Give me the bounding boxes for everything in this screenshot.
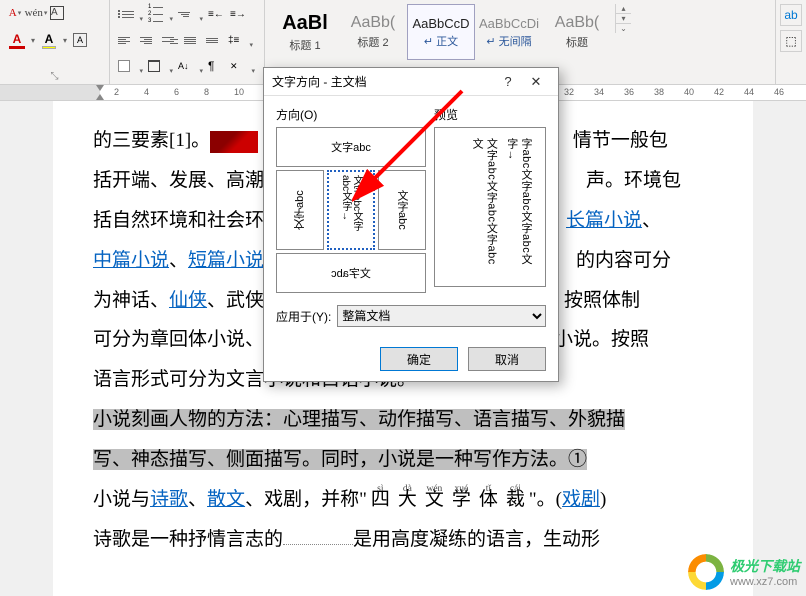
direction-horizontal[interactable]: 文字abc bbox=[276, 127, 426, 167]
direction-vertical-selected[interactable]: 文字abc文字abc文字→ bbox=[327, 170, 375, 250]
watermark-title: 极光下载站 bbox=[730, 558, 800, 574]
style-item[interactable]: AaBbCcDi↵ 无间隔 bbox=[475, 4, 543, 60]
select-button[interactable]: ⬚ bbox=[780, 30, 802, 52]
paragraph-group: 123 ≡← ≡→ ‡≡ A↓ ¶ ✕ 段落 ⤡ bbox=[110, 0, 265, 84]
replace-button[interactable]: ab bbox=[780, 4, 802, 26]
link[interactable]: 中篇小说 bbox=[93, 250, 169, 271]
align-right-button[interactable] bbox=[160, 30, 180, 50]
link[interactable]: 戏剧 bbox=[562, 489, 600, 510]
text-direction-dialog: 文字方向 - 主文档 ? ✕ 方向(O) 文字abc 文字abc 文字abc文字… bbox=[263, 67, 559, 382]
link[interactable]: 诗歌 bbox=[150, 489, 188, 510]
link[interactable]: 散文 bbox=[207, 489, 245, 510]
style-item[interactable]: AaBb(标题 bbox=[543, 4, 611, 60]
multilevel-button[interactable] bbox=[176, 4, 204, 24]
direction-vertical-ltr[interactable]: 文字abc bbox=[378, 170, 426, 250]
close-button[interactable]: ✕ bbox=[522, 70, 550, 94]
highlight-button[interactable]: A bbox=[38, 29, 60, 51]
ok-button[interactable]: 确定 bbox=[380, 347, 458, 371]
dialog-titlebar[interactable]: 文字方向 - 主文档 ? ✕ bbox=[264, 68, 558, 96]
apply-to-select[interactable]: 整篇文档 bbox=[337, 305, 546, 327]
sort-button[interactable]: A↓ bbox=[176, 56, 204, 76]
preview-box: 文字abc文字abc文字abc文 字abc文字abc文字abc文字→ bbox=[434, 127, 546, 287]
direction-vertical-rtl[interactable]: 文字abc bbox=[276, 170, 324, 250]
font-launcher[interactable]: ⤡ bbox=[51, 71, 59, 82]
link[interactable]: 短篇小说 bbox=[188, 250, 264, 271]
shading-button[interactable] bbox=[116, 56, 144, 76]
editing-group: ab ⬚ bbox=[776, 0, 806, 84]
cancel-button[interactable]: 取消 bbox=[468, 347, 546, 371]
hanging-indent-marker[interactable] bbox=[96, 94, 104, 100]
phonetic-guide-button[interactable]: A bbox=[6, 4, 24, 22]
char-border-button[interactable]: A bbox=[48, 4, 66, 22]
preview-label: 预览 bbox=[434, 106, 546, 123]
link[interactable]: 仙侠 bbox=[169, 290, 207, 311]
inline-image[interactable] bbox=[210, 131, 258, 153]
style-item[interactable]: AaBb(标题 2 bbox=[339, 4, 407, 60]
first-line-indent-marker[interactable] bbox=[96, 85, 104, 91]
numbering-button[interactable]: 123 bbox=[146, 4, 174, 24]
style-item[interactable]: AaBbCcD↵ 正文 bbox=[407, 4, 475, 60]
dialog-title: 文字方向 - 主文档 bbox=[272, 73, 494, 90]
increase-indent-button[interactable]: ≡→ bbox=[228, 4, 248, 24]
borders-button[interactable] bbox=[146, 56, 174, 76]
help-button[interactable]: ? bbox=[494, 70, 522, 94]
gallery-up[interactable]: ▴ bbox=[616, 4, 631, 14]
char-shading-button[interactable]: A bbox=[70, 29, 90, 51]
site-watermark: 极光下载站 www.xz7.com bbox=[688, 554, 800, 590]
style-gallery: AaBl标题 1AaBb(标题 2AaBbCcD↵ 正文AaBbCcDi↵ 无间… bbox=[271, 4, 611, 60]
gallery-down[interactable]: ▾ bbox=[616, 14, 631, 24]
direction-options: 文字abc 文字abc 文字abc文字abc文字→ 文字abc 文字abc bbox=[276, 127, 426, 293]
watermark-logo-icon bbox=[688, 554, 724, 590]
line-spacing-button[interactable]: ‡≡ bbox=[226, 30, 254, 50]
font-group: A wén A A ▾ A ▾ A ⤡ bbox=[0, 0, 110, 84]
bullets-button[interactable] bbox=[116, 4, 144, 24]
direction-rotated[interactable]: 文字abc bbox=[276, 253, 426, 293]
asian-layout-button[interactable]: ✕ bbox=[228, 56, 256, 76]
align-left-button[interactable] bbox=[116, 30, 136, 50]
orientation-label: 方向(O) bbox=[276, 106, 426, 123]
distribute-button[interactable] bbox=[204, 30, 224, 50]
justify-button[interactable] bbox=[182, 30, 202, 50]
align-center-button[interactable] bbox=[138, 30, 158, 50]
gallery-more[interactable]: ⌄ bbox=[616, 24, 631, 33]
link[interactable]: 长篇小说 bbox=[566, 210, 642, 231]
watermark-url: www.xz7.com bbox=[730, 576, 800, 588]
text-effects-button[interactable]: wén bbox=[27, 4, 45, 22]
apply-to-label: 应用于(Y): bbox=[276, 308, 331, 325]
font-color-button[interactable]: A bbox=[6, 29, 28, 51]
style-item[interactable]: AaBl标题 1 bbox=[271, 4, 339, 60]
decrease-indent-button[interactable]: ≡← bbox=[206, 4, 226, 24]
show-marks-button[interactable]: ¶ bbox=[206, 56, 226, 76]
